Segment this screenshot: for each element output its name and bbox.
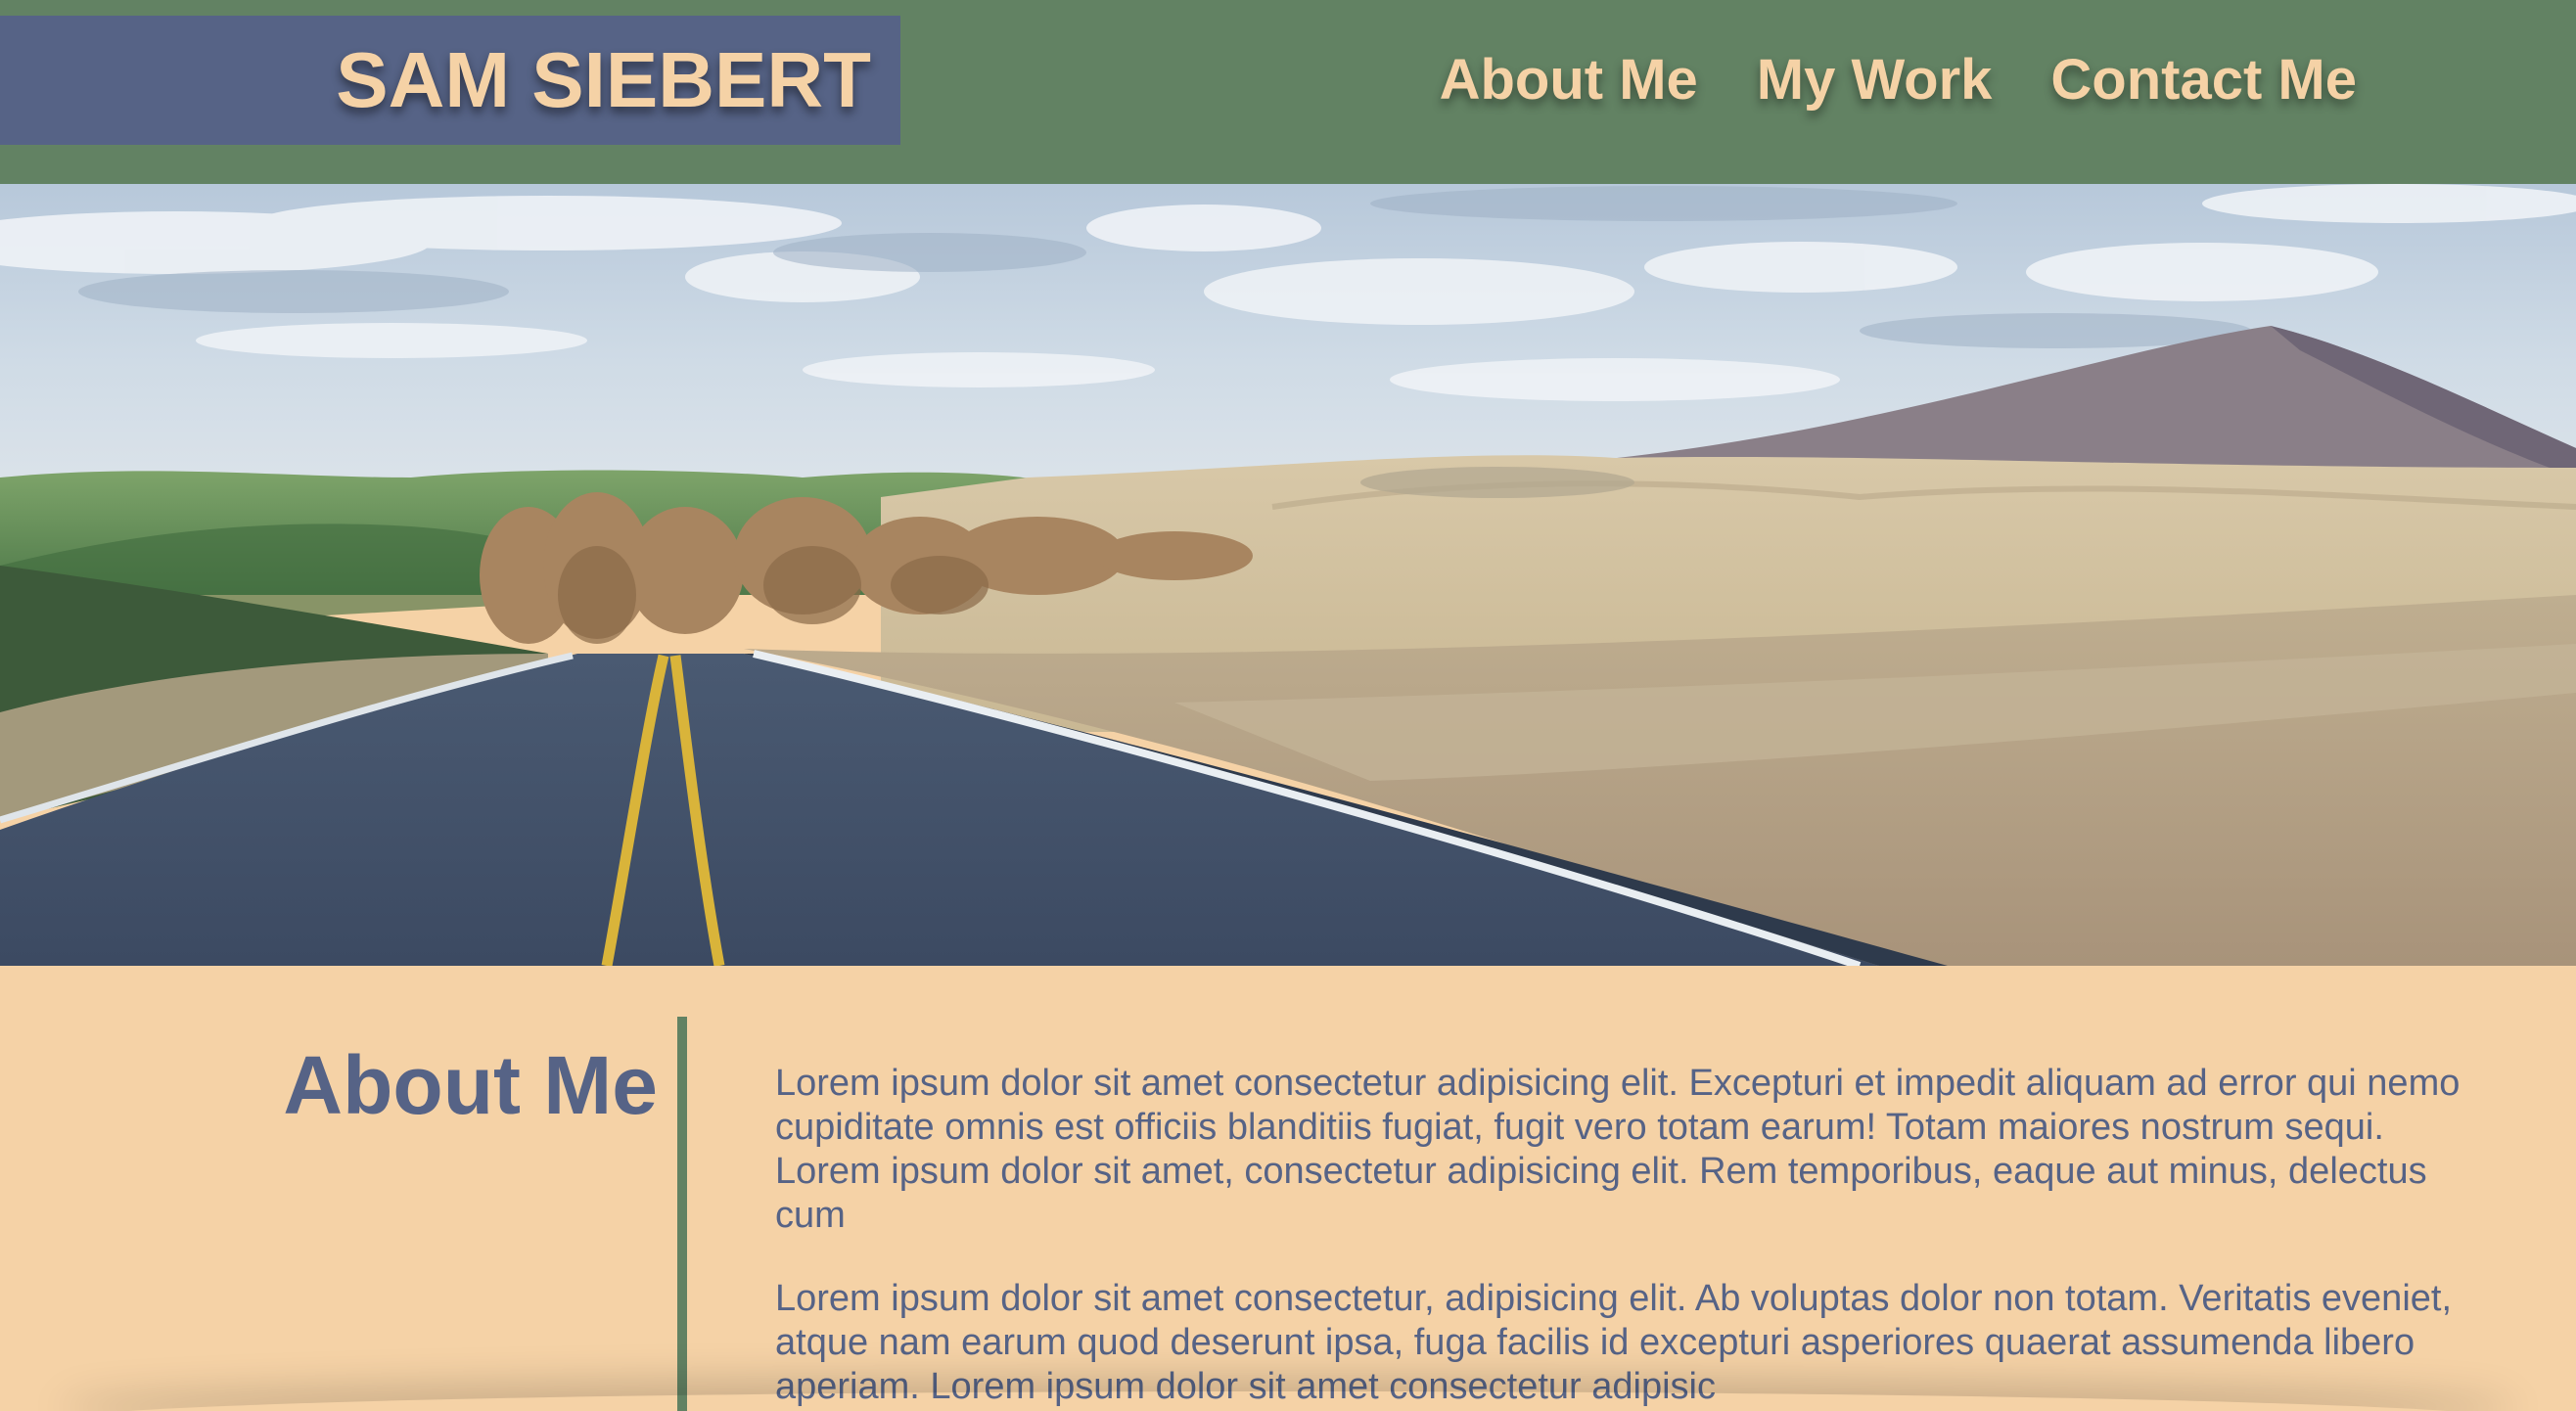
about-section: About Me Lorem ipsum dolor sit amet cons… (0, 966, 2576, 1411)
site-header: SAM SIEBERT About Me My Work Contact Me (0, 0, 2576, 184)
about-heading: About Me (283, 1039, 658, 1131)
main-nav: About Me My Work Contact Me (1440, 45, 2357, 115)
about-text: Lorem ipsum dolor sit amet consectetur a… (775, 1062, 2478, 1411)
about-paragraph: Lorem ipsum dolor sit amet consectetur a… (775, 1063, 2461, 1236)
nav-link-about[interactable]: About Me (1440, 45, 1698, 115)
brand-block: SAM SIEBERT (0, 16, 900, 145)
hero-image (0, 184, 2576, 966)
site-title: SAM SIEBERT (336, 36, 871, 123)
portfolio-page: SAM SIEBERT About Me My Work Contact Me (0, 0, 2576, 1411)
about-paragraph: Lorem ipsum dolor sit amet consectetur, … (775, 1278, 2453, 1407)
nav-link-contact[interactable]: Contact Me (2050, 45, 2357, 115)
nav-link-work[interactable]: My Work (1757, 45, 1993, 115)
section-divider (677, 1017, 687, 1411)
